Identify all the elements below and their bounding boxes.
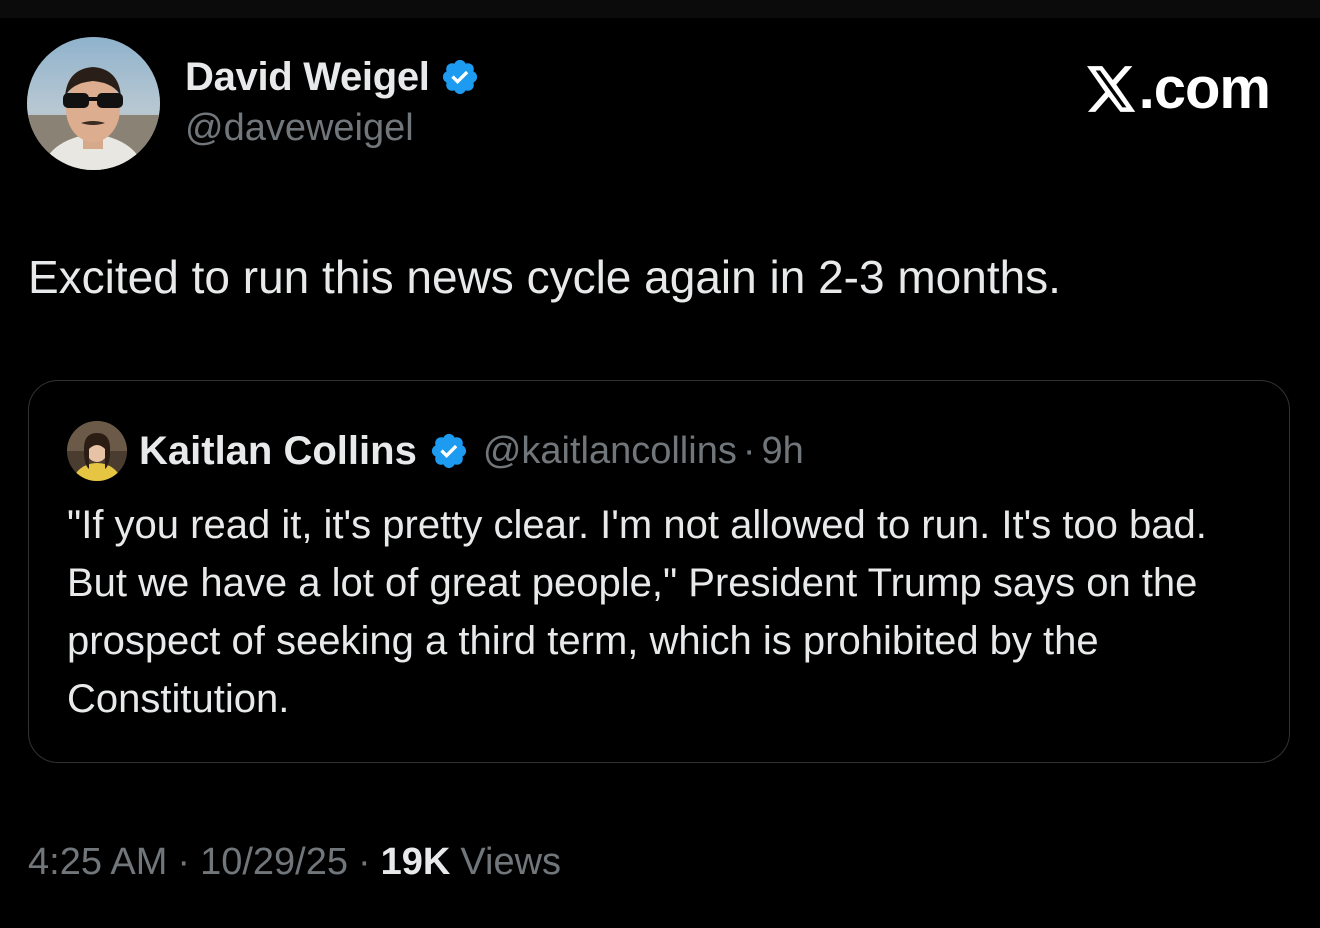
- views-label: Views: [460, 840, 562, 883]
- tweet-time[interactable]: 4:25 AM: [28, 841, 167, 884]
- quoted-author-avatar-photo: [67, 421, 127, 481]
- author-avatar[interactable]: [27, 37, 160, 170]
- quoted-tweet-card[interactable]: Kaitlan Collins @kaitlancollins · 9h "If…: [28, 380, 1290, 763]
- quoted-author-avatar[interactable]: [67, 421, 127, 481]
- author-handle[interactable]: @daveweigel: [185, 107, 414, 150]
- quoted-tweet-text: "If you read it, it's pretty clear. I'm …: [67, 503, 1207, 721]
- quoted-separator: ·: [742, 429, 756, 472]
- author-avatar-photo: [27, 37, 160, 170]
- tweet-date[interactable]: 10/29/25: [200, 841, 348, 884]
- quoted-author-handle[interactable]: @kaitlancollins: [483, 430, 737, 473]
- top-status-strip: [0, 0, 1320, 18]
- tweet-meta: 4:25 AM · 10/29/25 · 19K Views: [28, 836, 561, 888]
- verified-badge-icon: [442, 59, 477, 95]
- quoted-verified-badge-icon: [431, 433, 466, 469]
- views-count: 19K: [380, 840, 451, 883]
- quoted-timestamp[interactable]: 9h: [761, 430, 803, 473]
- meta-separator: ·: [177, 840, 191, 883]
- author-name-row: David Weigel: [185, 53, 480, 101]
- x-com-watermark: .com: [1086, 55, 1271, 122]
- quoted-tweet-header: Kaitlan Collins @kaitlancollins · 9h: [139, 425, 804, 477]
- x-com-label: .com: [1138, 56, 1271, 121]
- author-name[interactable]: David Weigel: [185, 55, 430, 100]
- quoted-author-name[interactable]: Kaitlan Collins: [139, 429, 417, 474]
- tweet-text: Excited to run this news cycle again in …: [28, 251, 1061, 303]
- x-logo-icon: [1086, 65, 1135, 112]
- meta-separator: ·: [358, 840, 371, 883]
